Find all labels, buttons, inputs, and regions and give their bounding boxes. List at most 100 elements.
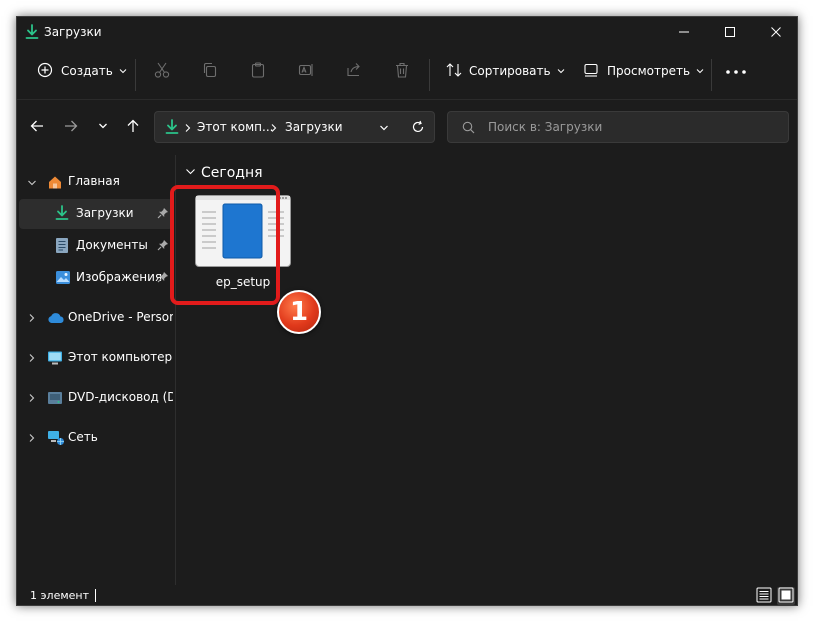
download-icon [165, 119, 179, 138]
onedrive-icon [47, 312, 65, 327]
more-icon [725, 64, 747, 78]
pin-icon[interactable] [157, 239, 169, 254]
group-header-label: Сегодня [201, 165, 263, 181]
search-icon [462, 121, 475, 137]
chevron-down-icon [696, 64, 704, 78]
back-button[interactable] [23, 111, 51, 143]
pin-icon[interactable] [157, 271, 169, 286]
view-button[interactable]: Просмотреть [583, 55, 704, 87]
close-button[interactable] [753, 17, 797, 47]
chevron-down-icon[interactable] [27, 177, 37, 191]
sidebar-item-label: Сеть [68, 430, 98, 444]
sidebar-item-home[interactable]: Главная [19, 167, 173, 197]
copy-button[interactable] [201, 55, 219, 87]
chevron-right-icon [270, 122, 278, 136]
sidebar-item-dvd-drive[interactable]: DVD-дисковод (D:) C [19, 383, 173, 413]
share-icon [345, 61, 363, 82]
home-icon [47, 174, 63, 193]
search-box[interactable]: Поиск в: Загрузки [447, 111, 789, 143]
details-view-button[interactable] [755, 587, 773, 605]
sort-label: Сортировать [469, 64, 551, 78]
step-badge: 1 [277, 290, 321, 334]
sort-button[interactable]: Сортировать [445, 55, 565, 87]
share-button[interactable] [345, 55, 363, 87]
delete-button[interactable] [393, 55, 411, 87]
status-separator [95, 589, 96, 602]
sidebar-item-this-pc[interactable]: Этот компьютер [19, 343, 173, 373]
download-icon [55, 205, 69, 224]
more-options-button[interactable] [725, 55, 747, 87]
details-view-icon [756, 587, 772, 606]
sidebar-item-label: OneDrive - Personal [68, 310, 173, 324]
chevron-right-icon[interactable] [27, 392, 37, 406]
network-icon [47, 430, 65, 449]
create-label: Создать [61, 64, 113, 78]
arrow-up-icon [126, 119, 140, 136]
documents-icon [55, 237, 69, 257]
arrow-right-icon [64, 119, 78, 136]
paste-icon [249, 61, 267, 82]
chevron-right-icon [184, 122, 192, 136]
recent-locations-button[interactable] [89, 111, 117, 143]
pictures-icon [55, 270, 71, 288]
refresh-icon[interactable] [411, 120, 425, 137]
breadcrumb-downloads[interactable]: Загрузки [285, 120, 343, 134]
download-icon [25, 24, 39, 40]
copy-icon [201, 61, 219, 82]
title-bar[interactable]: Загрузки [17, 17, 797, 47]
sidebar-item-label: Документы [76, 238, 148, 252]
chevron-down-icon [185, 165, 196, 181]
search-placeholder: Поиск в: Загрузки [488, 120, 603, 134]
toolbar-separator [135, 59, 136, 91]
rename-icon [297, 61, 315, 82]
arrow-left-icon [30, 119, 44, 136]
sidebar-item-label: Главная [68, 174, 120, 188]
chevron-right-icon[interactable] [27, 352, 37, 366]
large-icons-view-button[interactable] [777, 587, 795, 605]
address-dropdown-icon[interactable] [379, 122, 389, 136]
up-button[interactable] [119, 111, 147, 143]
toolbar-separator [429, 59, 430, 91]
status-bar: 1 элемент [17, 585, 797, 605]
computer-icon [47, 350, 63, 369]
create-button[interactable]: Создать [37, 55, 127, 87]
sort-icon [445, 61, 463, 82]
sidebar-item-label: DVD-дисковод (D:) C [68, 390, 173, 404]
toolbar-separator [711, 59, 712, 91]
paste-button[interactable] [249, 55, 267, 87]
chevron-right-icon[interactable] [27, 312, 37, 326]
navigation-pane: Главная Загрузки Документы Изображения O… [17, 157, 175, 585]
chevron-right-icon[interactable] [27, 432, 37, 446]
maximize-button[interactable] [707, 17, 753, 47]
sidebar-item-label: Загрузки [76, 206, 134, 220]
chevron-down-icon [557, 64, 565, 78]
minimize-button[interactable] [661, 17, 707, 47]
view-icon [583, 62, 599, 81]
large-icons-view-icon [778, 587, 794, 606]
address-bar[interactable]: Этот комп... Загрузки [154, 111, 435, 143]
sidebar-item-label: Этот компьютер [68, 350, 173, 364]
forward-button[interactable] [57, 111, 85, 143]
delete-icon [393, 61, 411, 82]
highlight-box [170, 185, 280, 305]
group-header[interactable]: Сегодня [185, 165, 263, 181]
command-bar: Создать Сортировать Просмотреть [17, 55, 797, 95]
cut-button[interactable] [153, 55, 171, 87]
pin-icon[interactable] [157, 207, 169, 222]
window-title: Загрузки [44, 25, 102, 39]
sidebar-item-onedrive[interactable]: OneDrive - Personal [19, 303, 173, 333]
sidebar-item-downloads[interactable]: Загрузки [19, 199, 173, 229]
navigation-bar: Этот комп... Загрузки Поиск в: Загрузки [17, 109, 797, 145]
breadcrumb-this-pc[interactable]: Этот комп... [197, 120, 273, 134]
explorer-window: Загрузки Создать Сортировать Просмотреть… [16, 16, 798, 606]
sidebar-item-documents[interactable]: Документы [19, 231, 173, 261]
rename-button[interactable] [297, 55, 315, 87]
sidebar-item-pictures[interactable]: Изображения [19, 263, 173, 293]
item-count: 1 элемент [30, 589, 89, 602]
add-circle-icon [37, 62, 53, 81]
sidebar-item-network[interactable]: Сеть [19, 423, 173, 453]
view-label: Просмотреть [607, 64, 691, 78]
cut-icon [153, 61, 171, 82]
toolbar-divider [17, 99, 797, 100]
chevron-down-icon [98, 120, 108, 134]
